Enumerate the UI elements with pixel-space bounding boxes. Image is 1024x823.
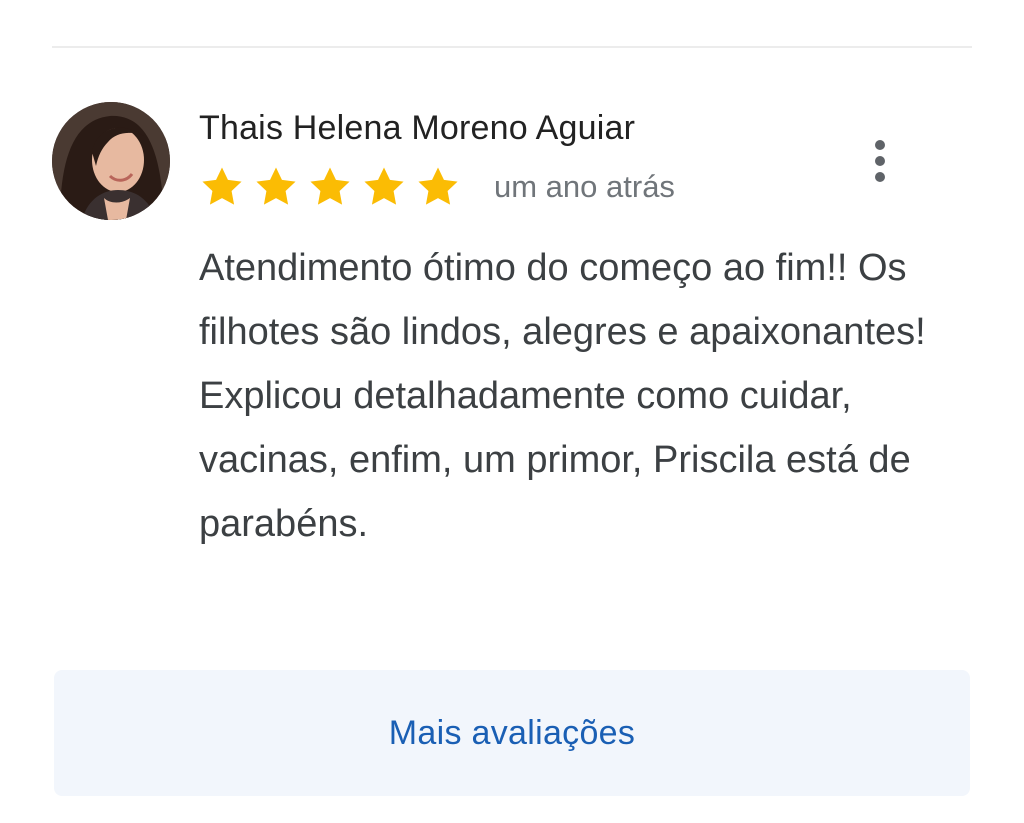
more-reviews-label: Mais avaliações: [388, 713, 636, 752]
star-icon: [418, 167, 458, 205]
star-icon: [256, 167, 296, 205]
more-options-button[interactable]: [858, 134, 902, 188]
review-date: um ano atrás: [494, 169, 675, 204]
star-rating: [199, 164, 461, 210]
star-icon: [310, 167, 350, 205]
review-text: Atendimento ótimo do começo ao fim!! Os …: [199, 247, 926, 545]
star-icon: [202, 167, 242, 205]
more-reviews-button[interactable]: Mais avaliações: [54, 670, 970, 796]
star-icon: [364, 167, 404, 205]
reviewer-name[interactable]: Thais Helena Moreno Aguiar: [199, 109, 635, 148]
rating-row: um ano atrás: [199, 164, 675, 210]
reviewer-avatar[interactable]: [52, 102, 170, 220]
top-divider: [52, 46, 972, 48]
review-card: Thais Helena Moreno Aguiar um ano atrás …: [0, 0, 1024, 823]
more-vert-icon: [875, 137, 885, 185]
avatar-photo: [52, 102, 170, 220]
